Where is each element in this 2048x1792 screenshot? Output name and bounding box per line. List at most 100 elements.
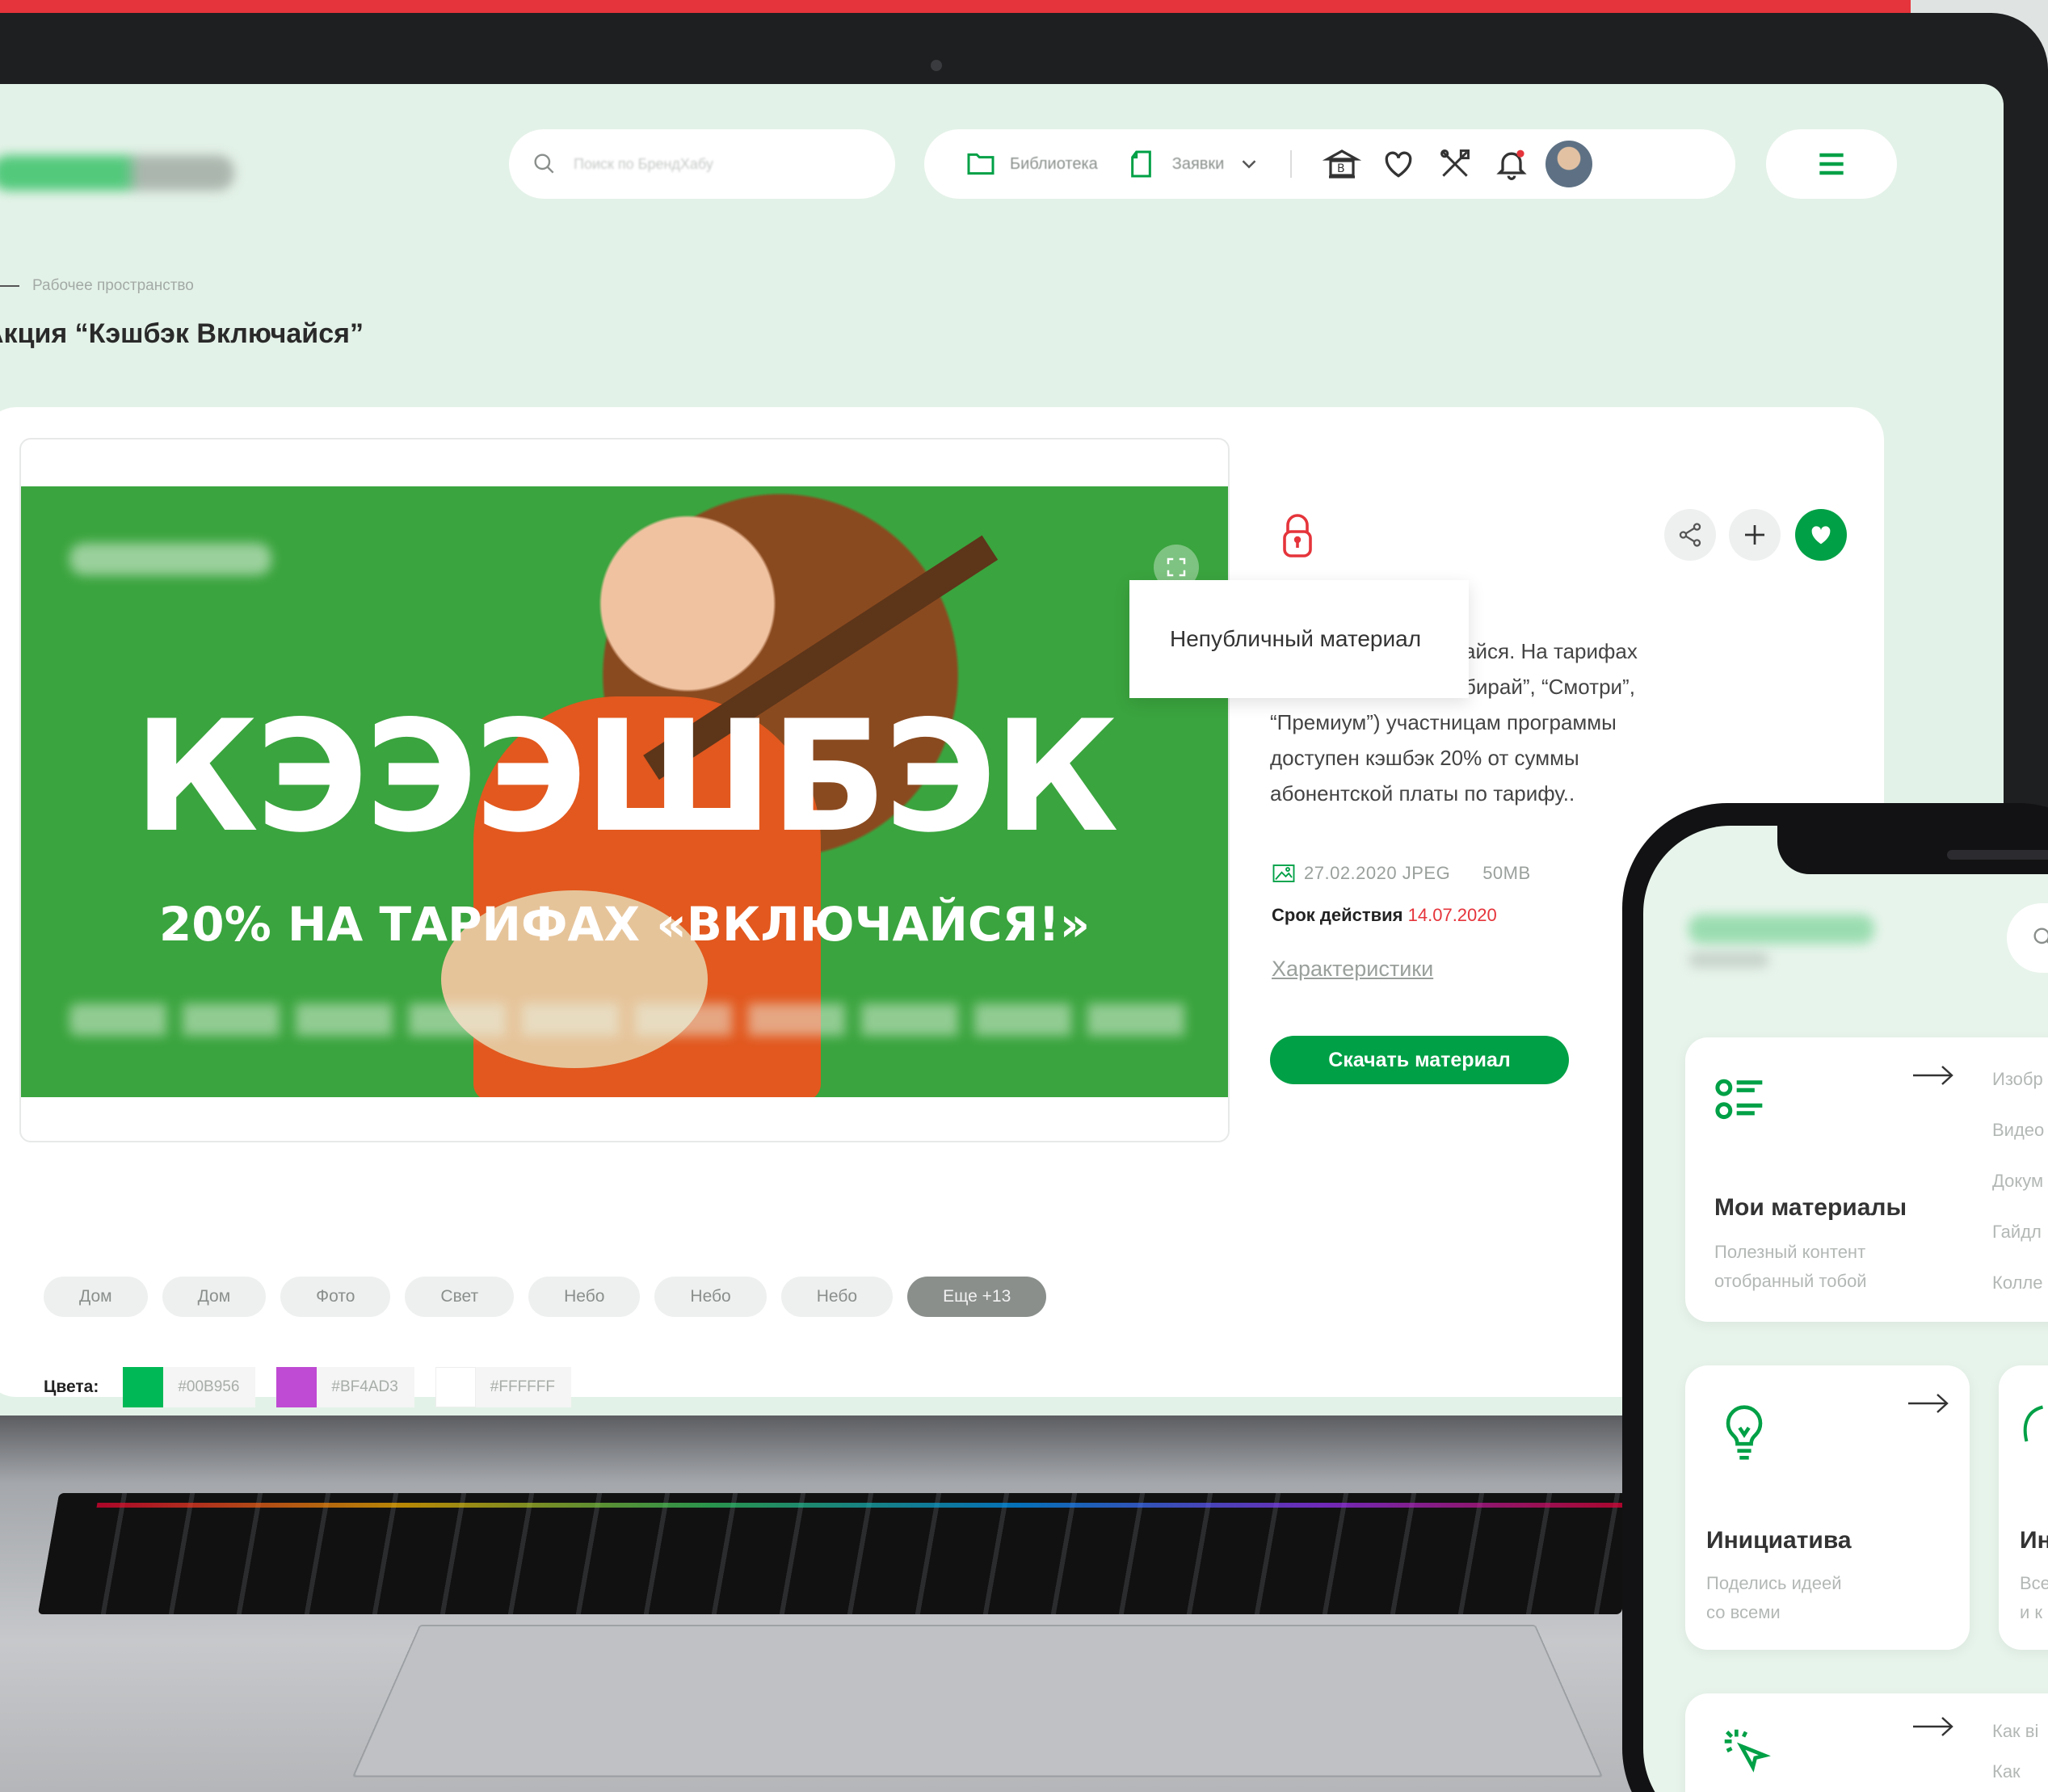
- laptop-trackpad: [351, 1625, 1604, 1777]
- banner-subline: 20% НА ТАРИФАХ «ВКЛЮЧАЙСЯ!»: [158, 897, 1091, 952]
- phone-card-sub-line: со всеми: [1706, 1602, 1781, 1622]
- phone-card-title: Ин: [2020, 1527, 2048, 1554]
- tools-icon[interactable]: [1432, 141, 1478, 187]
- phone-side-item[interactable]: Докум: [1992, 1155, 2044, 1206]
- phone-side-item[interactable]: Видео: [1992, 1104, 2044, 1155]
- tag-chip[interactable]: Фото: [280, 1277, 391, 1317]
- lock-icon[interactable]: [1278, 512, 1317, 565]
- phone-speaker: [1947, 850, 2048, 860]
- phone-bottom-item[interactable]: Как: [1992, 1752, 2038, 1792]
- nav-divider: [1290, 150, 1293, 178]
- file-size: 50MB: [1482, 863, 1531, 883]
- list-icon: [1715, 1079, 1763, 1120]
- characteristics-link[interactable]: Характеристики: [1272, 957, 1433, 982]
- color-swatch-green[interactable]: #00B956: [123, 1367, 256, 1407]
- file-date-format: 27.02.2020 JPEG: [1304, 863, 1451, 883]
- file-meta: 27.02.2020 JPEG 50MB: [1272, 863, 1531, 884]
- non-public-tooltip: Непубличный материал: [1129, 580, 1469, 698]
- bell-icon[interactable]: [1489, 141, 1534, 187]
- arrow-right-icon: [1913, 1717, 1953, 1736]
- museum-icon[interactable]: B: [1319, 141, 1365, 187]
- banner-logo: [69, 543, 271, 575]
- favorite-button[interactable]: [1795, 509, 1847, 561]
- share-icon: [1679, 523, 1701, 547]
- add-button[interactable]: [1729, 509, 1781, 561]
- arrow-right-icon: [1913, 1066, 1953, 1085]
- validity: Срок действия 14.07.2020: [1272, 905, 1497, 926]
- chevron-down-icon[interactable]: [1237, 152, 1261, 176]
- svg-text:B: B: [1337, 162, 1345, 175]
- menu-button[interactable]: [1766, 129, 1897, 199]
- phone-card-subtitle: Поделись идеей со всеми: [1706, 1569, 1842, 1627]
- phone-bottom-item[interactable]: Как ві: [1992, 1711, 2038, 1752]
- nav-requests-label: Заявки: [1171, 154, 1225, 173]
- brand-logo: [0, 155, 234, 191]
- phone-card-title: Мои материалы: [1714, 1194, 1907, 1221]
- phone-brand-logo: [1688, 915, 1874, 944]
- tag-chip[interactable]: Свет: [405, 1277, 515, 1317]
- phone-brand-sublogo: [1688, 952, 1769, 968]
- laptop-touchbar: [96, 1503, 1633, 1508]
- phone-card-initiative[interactable]: Инициатива Поделись идеей со всеми: [1685, 1365, 1970, 1650]
- breadcrumb-label[interactable]: Рабочее пространство: [32, 277, 194, 295]
- leaf-icon: [2023, 1405, 2044, 1442]
- cursor-click-icon: [1724, 1729, 1771, 1773]
- search-input[interactable]: Поиск по БрендХабу: [509, 129, 895, 199]
- heart-icon[interactable]: [1376, 141, 1421, 187]
- banner-headline: КЭЭЭШБЭК: [133, 688, 1119, 866]
- heart-filled-icon: [1811, 526, 1831, 545]
- camera-icon: [931, 60, 942, 71]
- swatch-code: #BF4AD3: [331, 1378, 398, 1395]
- phone-side-item[interactable]: Колле: [1992, 1257, 2044, 1308]
- swatch-color: [435, 1367, 476, 1407]
- nav-requests[interactable]: Заявки: [1127, 148, 1262, 180]
- search-icon: [534, 154, 554, 174]
- download-button[interactable]: Скачать материал: [1270, 1036, 1569, 1084]
- color-palette: Цвета: #00B956 #BF4AD3 #FFFFFF: [44, 1367, 571, 1407]
- phone-card-subtitle: Полезный контент отобранный тобой: [1714, 1238, 1867, 1296]
- phone-card-sub-line: Все: [2020, 1573, 2048, 1593]
- tag-chip[interactable]: Небо: [528, 1277, 641, 1317]
- banner-fine-print: [69, 1003, 1201, 1036]
- document-icon: [1130, 150, 1151, 178]
- phone-card-partial[interactable]: Ин Все и к: [1999, 1365, 2048, 1650]
- folder-icon: [967, 153, 995, 175]
- menu-icon: [1819, 153, 1844, 175]
- breadcrumb[interactable]: Рабочее пространство: [0, 276, 194, 296]
- tag-list: Дом Дом Фото Свет Небо Небо Небо Еще +13: [44, 1277, 1047, 1317]
- swatch-color: [276, 1367, 318, 1407]
- color-swatch-white[interactable]: #FFFFFF: [435, 1367, 571, 1407]
- phone-card-title: Инициатива: [1706, 1527, 1852, 1554]
- share-button[interactable]: [1664, 509, 1716, 561]
- colors-label: Цвета:: [44, 1378, 99, 1396]
- tag-chip[interactable]: Дом: [162, 1277, 267, 1317]
- description-line: доступен кэшбэк 20% от суммы: [1270, 746, 1579, 770]
- tag-chip[interactable]: Дом: [44, 1277, 148, 1317]
- arrow-left-icon[interactable]: [0, 276, 21, 296]
- arrow-right-icon: [1908, 1394, 1949, 1413]
- phone-card-subtitle: Все и к: [2020, 1569, 2048, 1627]
- phone-side-item[interactable]: Изобр: [1992, 1054, 2044, 1104]
- tag-chip[interactable]: Небо: [654, 1277, 767, 1317]
- top-red-strip: [0, 0, 1911, 13]
- nav-library[interactable]: Библиотека: [965, 148, 1098, 180]
- lightbulb-icon: [1726, 1405, 1763, 1460]
- swatch-code: #FFFFFF: [490, 1378, 555, 1395]
- image-file-icon: [1272, 864, 1295, 882]
- page-title: Акция “Кэшбэк Включайся”: [0, 318, 364, 349]
- phone-bottom-list: Как ві Как: [1992, 1711, 2038, 1792]
- phone-card-sub-line: Поделись идеей: [1706, 1573, 1842, 1593]
- material-preview[interactable]: КЭЭЭШБЭК 20% НА ТАРИФАХ «ВКЛЮЧАЙСЯ!»: [21, 486, 1228, 1097]
- search-placeholder: Поиск по БрендХабу: [574, 155, 713, 172]
- banner-photo-face: [587, 503, 789, 705]
- search-icon: [2033, 928, 2048, 944]
- description-line: “Премиум”) участницам программы: [1270, 710, 1617, 734]
- color-swatch-purple[interactable]: #BF4AD3: [276, 1367, 414, 1407]
- tag-chip[interactable]: Небо: [780, 1277, 894, 1317]
- more-tags-button[interactable]: Еще +13: [907, 1277, 1047, 1317]
- swatch-color: [123, 1367, 164, 1407]
- phone-side-item[interactable]: Гайдл: [1992, 1206, 2044, 1257]
- phone-card-sub-line: Полезный контент: [1714, 1242, 1866, 1262]
- plus-icon: [1745, 525, 1764, 545]
- avatar[interactable]: [1545, 141, 1593, 187]
